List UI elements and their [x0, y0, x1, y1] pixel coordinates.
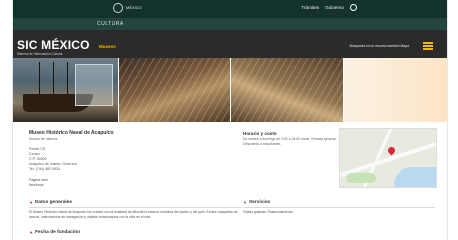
general-data-header[interactable]: ▼ Datos generales	[29, 200, 72, 205]
museum-type: Museo de historia	[29, 137, 58, 141]
nav-tramites-link[interactable]: Trámites	[301, 5, 319, 12]
services-title: Servicios	[248, 200, 271, 205]
browser-page: MÉXICO Trámites Gobierno CULTURA SIC MÉX…	[12, 0, 448, 240]
chevron-down-icon: ▼	[29, 200, 33, 205]
museum-links: Página web facebook	[29, 178, 48, 188]
general-data-title: Datos generales	[34, 200, 73, 205]
gov-logo-text: MÉXICO	[126, 5, 142, 10]
gallery-photo-ship-deck[interactable]	[231, 58, 343, 122]
sic-logo-subtitle: Sistema de Información Cultural	[17, 52, 63, 56]
museum-address: Fuerte CE Centro C.P. 39300 Acapulco de …	[29, 147, 77, 172]
nav-gobierno-link[interactable]: Gobierno	[325, 5, 344, 12]
founding-date-header[interactable]: ▼ Fecha de fundación	[29, 230, 80, 235]
gallery-photo-rigging-detail[interactable]	[119, 58, 230, 122]
top-navigation: Trámites Gobierno	[301, 4, 357, 12]
sic-header: SIC MÉXICO Sistema de Información Cultur…	[13, 34, 447, 58]
schedule-text: De martes a domingo de 9:00 a 18:00 hora…	[243, 137, 337, 146]
divider	[243, 207, 435, 208]
search-icon[interactable]	[350, 4, 357, 11]
services-text: Visitas guiadas. Estacionamiento.	[243, 210, 294, 214]
chevron-down-icon: ▼	[243, 200, 247, 205]
museum-name: Museo Histórico Naval de Acapulco	[29, 130, 114, 136]
section-museos-link[interactable]: Museos	[99, 44, 116, 49]
photo-gallery	[13, 58, 447, 122]
sic-logo-title[interactable]: SIC MÉXICO	[17, 39, 90, 51]
museum-details: Museo Histórico Naval de Acapulco Museo …	[13, 122, 447, 240]
gobierno-de-mexico-logo[interactable]: MÉXICO	[113, 3, 142, 13]
gallery-photo-blank	[344, 58, 447, 122]
coat-of-arms-icon	[113, 3, 123, 13]
facebook-link[interactable]: facebook	[29, 183, 48, 188]
schedule-title: Horario y costo	[243, 131, 277, 136]
divider	[29, 207, 241, 208]
page: MÉXICO Trámites Gobierno CULTURA SIC MÉX…	[0, 0, 458, 240]
chevron-down-icon: ▼	[29, 230, 33, 235]
founding-date-title: Fecha de fundación	[34, 230, 81, 235]
cultura-bar: CULTURA	[13, 18, 447, 30]
services-header[interactable]: ▼ Servicios	[243, 200, 270, 205]
map-pin-icon[interactable]	[386, 145, 397, 156]
hamburger-menu-icon[interactable]	[423, 42, 433, 50]
search-link[interactable]: Búsqueda en un recurso también Mapa	[350, 44, 409, 48]
general-data-text: El Museo Histórico Naval de Acapulco fue…	[29, 210, 238, 219]
address-line: Tel. (744) 483 9533	[29, 167, 60, 171]
location-map[interactable]	[339, 128, 437, 188]
cultura-label[interactable]: CULTURA	[97, 18, 124, 30]
government-top-bar: MÉXICO Trámites Gobierno	[13, 0, 447, 18]
gallery-photo-ship-model[interactable]	[13, 58, 118, 122]
